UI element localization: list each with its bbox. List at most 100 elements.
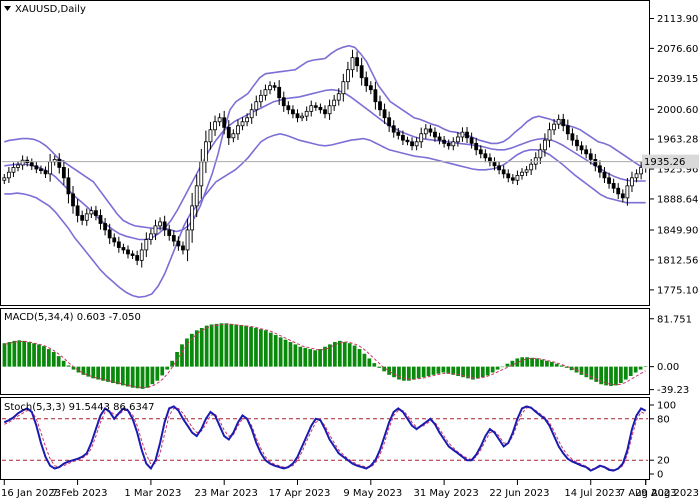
chart-svg: 2113.902076.602039.152000.601963.281925.… xyxy=(0,0,699,499)
macd-bar xyxy=(106,366,110,382)
macd-bar xyxy=(293,344,298,367)
candle-body xyxy=(396,131,401,136)
macd-bar xyxy=(27,342,31,367)
candle-body xyxy=(520,171,524,176)
macd-bar xyxy=(609,366,613,386)
macd-bar xyxy=(32,343,36,367)
price-title: XAUUSD,Daily xyxy=(4,4,86,15)
candle-body xyxy=(2,177,7,181)
candle-body xyxy=(43,170,48,175)
macd-bar xyxy=(204,325,209,367)
candle-body xyxy=(442,139,447,144)
macd-bar xyxy=(535,358,539,367)
stoch-y-tick-label: 0 xyxy=(657,470,663,481)
macd-bar xyxy=(268,332,273,367)
candle-body xyxy=(295,113,300,119)
candle-body xyxy=(474,142,479,151)
candle-body xyxy=(112,237,117,243)
macd-bar xyxy=(540,359,544,367)
candle-body xyxy=(630,177,634,187)
macd-bar xyxy=(254,327,258,367)
candle-body xyxy=(575,139,579,147)
macd-bar xyxy=(416,366,421,379)
candle-body xyxy=(181,245,185,251)
candle-body xyxy=(625,185,630,199)
candle-body xyxy=(460,131,465,138)
macd-bar xyxy=(520,357,525,367)
macd-bar xyxy=(446,366,451,374)
macd-bar xyxy=(638,366,643,370)
stoch-y-tick-label: 20 xyxy=(657,456,670,467)
candle-body xyxy=(236,125,240,135)
candle-body xyxy=(543,139,547,151)
macd-bar xyxy=(111,366,115,384)
macd-bar xyxy=(160,366,165,376)
candle-body xyxy=(419,133,424,143)
candle-body xyxy=(469,137,474,144)
candle-body xyxy=(71,193,75,207)
candle-body xyxy=(29,162,34,167)
macd-y-tick-label: 81.751 xyxy=(657,314,692,325)
candle-body xyxy=(336,93,341,101)
macd-bar xyxy=(559,365,564,367)
candle-body xyxy=(304,110,309,117)
macd-bar xyxy=(441,366,446,373)
candle-body xyxy=(162,221,167,231)
candle-body xyxy=(254,101,259,111)
candle-body xyxy=(350,57,355,71)
candle-body xyxy=(565,125,570,135)
candle-body xyxy=(538,149,543,159)
candle-body xyxy=(451,141,456,147)
macd-bar xyxy=(342,342,347,367)
candle-body xyxy=(561,118,566,127)
candle-body xyxy=(268,85,272,91)
candle-body xyxy=(597,165,602,173)
macd-y-tick-label: 0.00 xyxy=(657,362,679,373)
candle-body xyxy=(593,159,598,167)
macd-bar xyxy=(628,366,633,377)
candle-body xyxy=(552,123,556,131)
macd-bar xyxy=(145,366,150,388)
macd-bar xyxy=(180,344,184,367)
macd-bar xyxy=(549,361,554,367)
candle-body xyxy=(89,210,94,215)
candle-body xyxy=(510,177,515,181)
candle-body xyxy=(281,97,286,107)
macd-bar xyxy=(259,329,263,367)
macd-bar xyxy=(17,340,22,367)
macd-bar xyxy=(431,366,436,375)
macd-bar xyxy=(288,342,293,367)
candle-body xyxy=(437,136,442,141)
candle-body xyxy=(48,161,53,175)
macd-bar xyxy=(165,366,170,370)
macd-bar xyxy=(303,347,308,367)
macd-bar xyxy=(332,342,337,367)
macd-bar xyxy=(130,366,135,388)
candle-body xyxy=(194,185,199,207)
candle-body xyxy=(249,109,254,119)
candle-body xyxy=(98,215,103,224)
candle-body xyxy=(570,133,575,141)
macd-bar xyxy=(337,340,342,367)
candle-body xyxy=(483,153,488,159)
macd-bar xyxy=(480,366,485,378)
stoch-title: Stoch(5,3,3) 91.5443 86.6347 xyxy=(4,402,155,413)
candle-body xyxy=(121,247,126,251)
candle-body xyxy=(492,161,497,167)
candle-body xyxy=(414,141,419,147)
macd-bar xyxy=(643,366,648,367)
macd-bar xyxy=(500,366,505,368)
price-y-tick-label: 1775.10 xyxy=(657,285,698,296)
macd-bar xyxy=(436,366,441,374)
macd-bar xyxy=(495,366,500,370)
candle-body xyxy=(359,65,364,79)
macd-bar xyxy=(308,349,313,367)
candle-body xyxy=(318,106,323,111)
macd-bar xyxy=(12,340,17,367)
candle-body xyxy=(61,167,66,179)
candle-body xyxy=(258,94,263,103)
macd-bar xyxy=(476,366,480,379)
candle-body xyxy=(272,85,277,88)
candle-body xyxy=(332,99,337,107)
candle-body xyxy=(400,134,405,141)
